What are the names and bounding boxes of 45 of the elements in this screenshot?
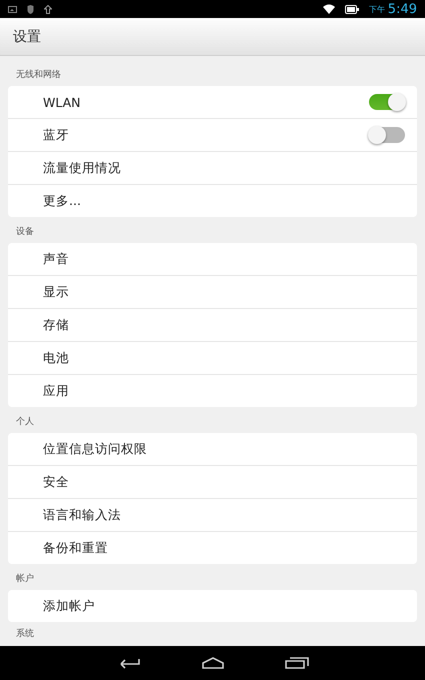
settings-item[interactable]: WLAN: [8, 86, 417, 118]
item-label: 流量使用情况: [43, 160, 122, 176]
item-label: 显示: [43, 284, 70, 300]
item-label: 位置信息访问权限: [43, 440, 148, 458]
toggle-switch[interactable]: [369, 127, 405, 143]
item-label: 声音: [43, 250, 70, 268]
time-period: 下午: [368, 4, 385, 14]
item-label: 语言和输入法: [43, 506, 122, 524]
settings-item[interactable]: 安全: [8, 465, 417, 498]
battery-icon: [344, 4, 359, 14]
section-header: 帐户: [15, 572, 35, 586]
section-header: 设备: [15, 226, 35, 239]
settings-item[interactable]: 应用: [8, 374, 417, 407]
settings-item[interactable]: 声音: [8, 243, 417, 275]
clock-time: 5:49: [388, 2, 417, 16]
recent-apps-icon[interactable]: [284, 657, 308, 669]
settings-item[interactable]: 显示: [8, 275, 417, 308]
item-label: 安全: [43, 474, 70, 490]
settings-item[interactable]: 存储: [8, 308, 417, 341]
section-header: 系统: [15, 628, 35, 640]
settings-item[interactable]: 更多...: [8, 184, 417, 217]
section-header: 无线和网络: [15, 68, 62, 82]
picture-notification-icon: [8, 6, 17, 12]
settings-item[interactable]: 电池: [8, 341, 417, 374]
shield-notification-icon: [27, 4, 34, 14]
wifi-icon: [322, 4, 335, 14]
page-title: 设置: [13, 28, 41, 46]
settings-item[interactable]: 流量使用情况: [8, 151, 417, 184]
toggle-switch[interactable]: [369, 94, 405, 110]
upload-icon: [44, 4, 52, 14]
settings-item[interactable]: 备份和重置: [8, 531, 417, 564]
item-label: 应用: [43, 382, 70, 400]
settings-item[interactable]: 添加帐户: [8, 590, 417, 622]
settings-item[interactable]: 语言和输入法: [8, 498, 417, 531]
settings-item[interactable]: 蓝牙: [8, 118, 417, 151]
item-label: WLAN: [43, 94, 82, 110]
item-label: 更多...: [43, 192, 82, 210]
item-label: 蓝牙: [43, 126, 70, 144]
item-label: 电池: [43, 350, 70, 366]
item-label: 备份和重置: [43, 540, 109, 556]
item-label: 存储: [43, 316, 70, 334]
home-icon[interactable]: [200, 657, 224, 669]
section-header: 个人: [15, 416, 35, 429]
item-label: 添加帐户: [43, 598, 96, 614]
settings-item[interactable]: 位置信息访问权限: [8, 433, 417, 465]
